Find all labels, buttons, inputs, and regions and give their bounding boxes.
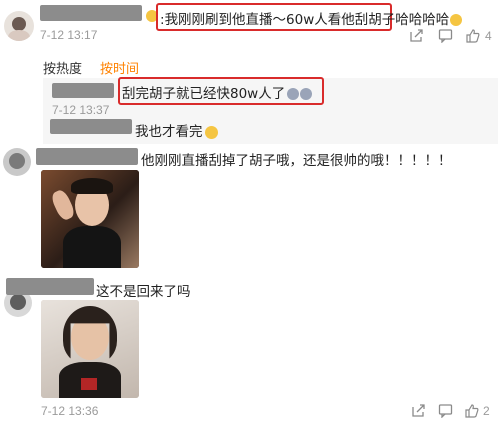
avatar[interactable] — [4, 11, 34, 41]
photo-thumbnail[interactable] — [41, 300, 139, 398]
reply-time: 7-12 13:37 — [52, 103, 110, 117]
reply-text: 我也才看完 — [135, 120, 218, 140]
laugh-emoji — [204, 125, 218, 139]
like-icon[interactable] — [464, 403, 479, 422]
comment-icon[interactable] — [438, 403, 453, 422]
comment-text: :我刚刚刷到他直播～60w人看他刮胡子哈哈哈哈 — [160, 8, 463, 28]
like-count: 2 — [483, 404, 490, 418]
like-count: 4 — [485, 29, 492, 43]
comment-text: 他刚刚直播刮掉了胡子哦，还是很帅的哦！！！！！ — [141, 153, 452, 169]
comment-time: 7-12 13:36 — [41, 404, 99, 418]
like-icon[interactable] — [465, 28, 480, 47]
comment-icon[interactable] — [438, 28, 453, 47]
username-redacted[interactable] — [6, 278, 94, 295]
face-emoji — [287, 88, 300, 100]
username-redacted[interactable] — [50, 119, 132, 134]
comment-text: 这不是回来了吗 — [96, 284, 191, 300]
username-redacted[interactable] — [52, 83, 114, 98]
tab-sort-hot[interactable]: 按热度 — [43, 58, 82, 77]
username-redacted[interactable] — [36, 148, 138, 165]
photo-thumbnail[interactable] — [41, 170, 139, 268]
face-emoji — [300, 88, 313, 100]
share-icon[interactable] — [409, 28, 424, 47]
tab-sort-time[interactable]: 按时间 — [100, 58, 139, 77]
comment-time: 7-12 13:17 — [40, 28, 98, 42]
username-redacted[interactable] — [40, 5, 142, 21]
reply-text: 刮完胡子就已经快80w人了 — [122, 82, 313, 102]
avatar[interactable] — [3, 148, 31, 176]
share-icon[interactable] — [411, 403, 426, 422]
laugh-emoji — [450, 14, 463, 26]
